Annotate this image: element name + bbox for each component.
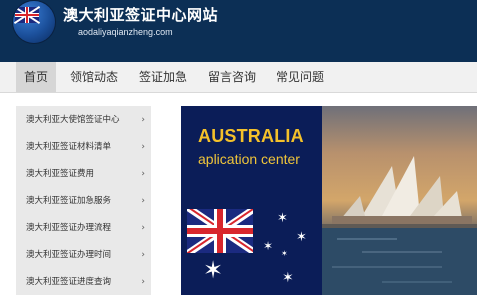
sidebar-item-label: 澳大利亚签证办理时间 [26, 250, 112, 260]
sidebar-item-label: 澳大利亚签证办理流程 [26, 223, 112, 233]
sidebar-item-visa-fees[interactable]: 澳大利亚签证费用 › [16, 160, 151, 190]
sidebar-item-process[interactable]: 澳大利亚签证办理流程 › [16, 214, 151, 244]
banner-subtitle: aplication center [198, 151, 300, 167]
sidebar-item-label: 澳大利亚签证加急服务 [26, 196, 112, 206]
chevron-right-icon: › [141, 223, 145, 233]
star-icon: ✶ [282, 270, 294, 286]
chevron-right-icon: › [141, 115, 145, 125]
sidebar-menu: 澳大利亚大使馆签证中心 › 澳大利亚签证材料清单 › 澳大利亚签证费用 › 澳大… [16, 106, 151, 295]
sidebar-item-embassy-visa-center[interactable]: 澳大利亚大使馆签证中心 › [16, 106, 151, 136]
star-icon: ✶ [277, 211, 288, 226]
sidebar-item-processing-time[interactable]: 澳大利亚签证办理时间 › [16, 241, 151, 271]
sidebar-item-label: 澳大利亚签证材料清单 [26, 142, 112, 152]
main-nav: 首页 领馆动态 签证加急 留言咨询 常见问题 [0, 62, 477, 93]
nav-item-consulate-news[interactable]: 领馆动态 [64, 62, 124, 92]
star-icon: ✶ [263, 239, 274, 253]
chevron-right-icon: › [141, 169, 145, 179]
chevron-right-icon: › [141, 196, 145, 206]
site-header: 澳大利亚签证中心网站 aodaliyaqianzheng.com [0, 0, 477, 62]
sidebar-item-materials-list[interactable]: 澳大利亚签证材料清单 › [16, 133, 151, 163]
site-title[interactable]: 澳大利亚签证中心网站 [63, 4, 218, 25]
sidebar-item-label: 澳大利亚签证进度查询 [26, 277, 112, 287]
australian-flag-icon [187, 209, 253, 253]
sidebar-item-expedite-service[interactable]: 澳大利亚签证加急服务 › [16, 187, 151, 217]
sidebar-item-label: 澳大利亚大使馆签证中心 [26, 115, 120, 125]
nav-item-home[interactable]: 首页 [16, 62, 56, 92]
hero-banner[interactable]: AUSTRALIA aplication center ✶ ✶ ✶ ✶ ✶ ✶ [181, 106, 477, 295]
banner-title: AUSTRALIA [198, 126, 304, 146]
site-domain: aodaliyaqianzheng.com [78, 27, 173, 37]
sydney-opera-house-image [322, 106, 477, 295]
nav-item-visa-expedite[interactable]: 签证加急 [133, 62, 193, 92]
sidebar-item-progress-query[interactable]: 澳大利亚签证进度查询 › [16, 268, 151, 295]
star-icon: ✶ [281, 249, 288, 258]
globe-flag-logo-icon[interactable] [13, 1, 55, 43]
chevron-right-icon: › [141, 250, 145, 260]
opera-house-illustration [322, 106, 477, 295]
chevron-right-icon: › [141, 277, 145, 287]
nav-item-message-consult[interactable]: 留言咨询 [202, 62, 262, 92]
union-jack-icon [13, 5, 41, 25]
commonwealth-star-icon: ✶ [203, 256, 224, 284]
nav-item-faq[interactable]: 常见问题 [270, 62, 330, 92]
banner-left-panel: AUSTRALIA aplication center ✶ ✶ ✶ ✶ ✶ ✶ [181, 106, 322, 295]
sidebar-item-label: 澳大利亚签证费用 [26, 169, 95, 179]
chevron-right-icon: › [141, 142, 145, 152]
star-icon: ✶ [296, 230, 307, 245]
